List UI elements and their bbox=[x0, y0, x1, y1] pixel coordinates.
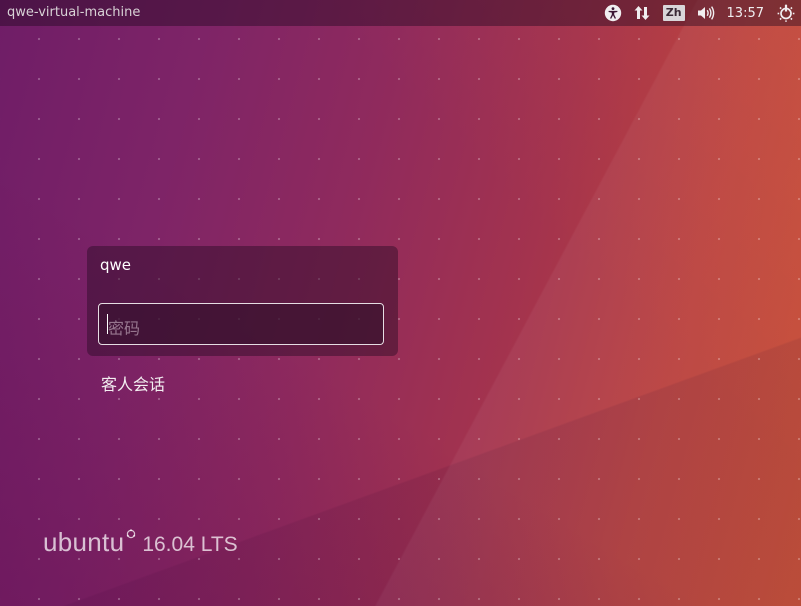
login-card: qwe 密码 bbox=[87, 246, 398, 356]
guest-session-item[interactable]: 客人会话 bbox=[101, 371, 165, 395]
clock[interactable]: 13:57 bbox=[727, 6, 764, 21]
keyboard-layout-label: Zh bbox=[662, 5, 685, 21]
brand-version: 16.04 LTS bbox=[142, 533, 238, 556]
username-label[interactable]: qwe bbox=[100, 256, 131, 274]
hostname-label: qwe-virtual-machine bbox=[7, 5, 141, 20]
login-screen: qwe-virtual-machine Zh 13:57 qwe 密码 客人会话… bbox=[0, 0, 801, 606]
power-icon[interactable] bbox=[776, 4, 796, 22]
volume-icon[interactable] bbox=[696, 4, 716, 22]
keyboard-layout-indicator[interactable]: Zh bbox=[662, 5, 685, 21]
accessibility-icon[interactable] bbox=[603, 4, 623, 22]
password-input[interactable]: 密码 bbox=[98, 303, 384, 345]
password-placeholder: 密码 bbox=[108, 319, 141, 338]
indicator-area: Zh 13:57 bbox=[603, 0, 801, 26]
network-icon[interactable] bbox=[632, 4, 652, 22]
top-panel: qwe-virtual-machine Zh 13:57 bbox=[0, 0, 801, 26]
ubuntu-branding: ubuntu 16.04 LTS bbox=[43, 527, 238, 558]
ubuntu-logo-icon bbox=[126, 524, 136, 539]
brand-name: ubuntu bbox=[43, 527, 125, 557]
